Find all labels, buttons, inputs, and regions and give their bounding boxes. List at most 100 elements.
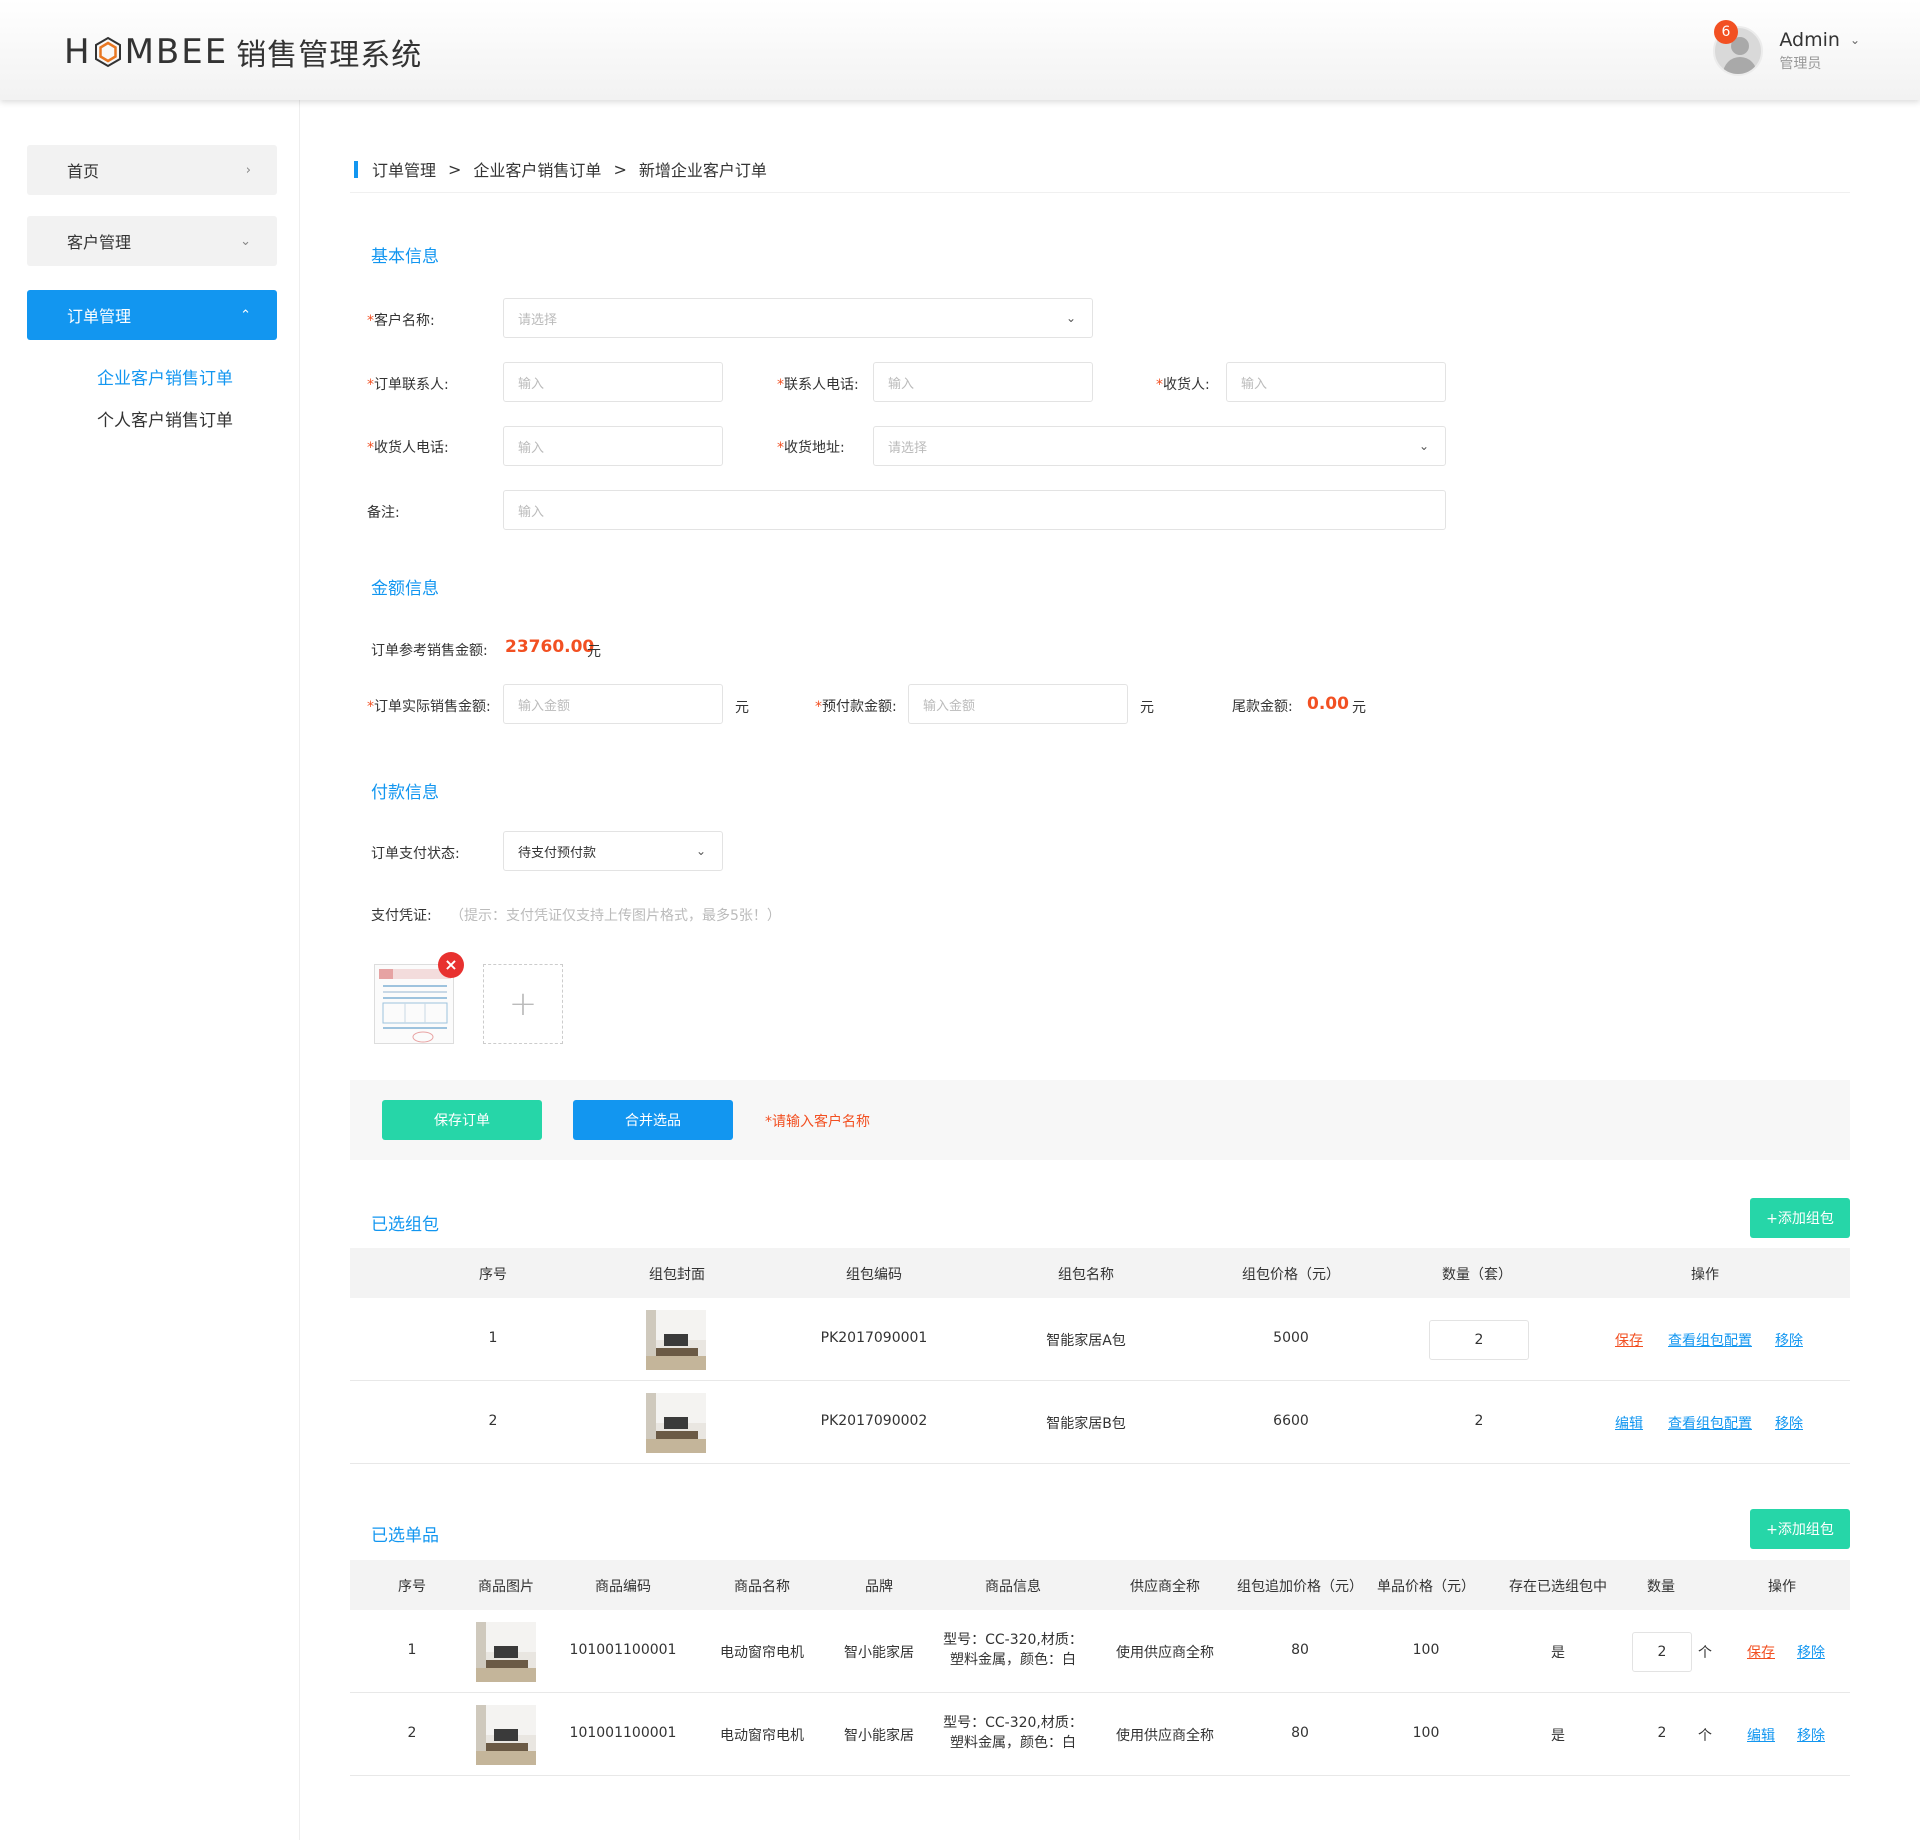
product-info-line: 型号：CC-320,材质： (943, 1715, 1083, 1731)
column-header: 商品名称 (734, 1579, 790, 1595)
product-brand: 智小能家居 (844, 1728, 914, 1744)
address-label: *收货地址: (777, 440, 845, 456)
remark-placeholder: 输入 (518, 504, 545, 520)
column-header: 序号 (398, 1579, 426, 1595)
prepay-placeholder: 输入金额 (923, 698, 976, 714)
voucher-hint: （提示：支付凭证仅支持上传图片格式，最多5张！） (450, 908, 781, 924)
sidebar-item-label: 客户管理 (67, 233, 132, 252)
breadcrumb: 订单管理 > 企业客户销售订单 > 新增企业客户订单 (354, 158, 767, 180)
breadcrumb-item[interactable]: 订单管理 (372, 157, 436, 181)
remove-link[interactable]: 移除 (1797, 1642, 1825, 1662)
view-bundle-config-link[interactable]: 查看组包配置 (1668, 1330, 1752, 1350)
prepay-input[interactable]: 输入金额 (908, 684, 1128, 724)
contact-phone-input[interactable]: 输入 (873, 362, 1093, 402)
addon-price: 80 (1291, 1725, 1309, 1741)
chevron-down-icon[interactable]: ⌄ (1850, 33, 1860, 47)
in-bundle: 是 (1551, 1728, 1565, 1744)
balance-value: 0.00 (1307, 694, 1349, 714)
product-info-line: 型号：CC-320,材质： (943, 1632, 1083, 1648)
in-bundle: 是 (1551, 1645, 1565, 1661)
ref-amount-label: 订单参考销售金额: (371, 643, 488, 659)
column-header: 商品图片 (478, 1579, 534, 1595)
contact-placeholder: 输入 (518, 376, 545, 392)
close-icon[interactable]: × (438, 952, 464, 978)
prepay-label: *预付款金额: (815, 699, 897, 715)
supplier-name: 使用供应商全称 (1116, 1728, 1214, 1744)
chevron-right-icon: › (245, 162, 251, 178)
view-bundle-config-link[interactable]: 查看组包配置 (1668, 1413, 1752, 1433)
prepay-unit: 元 (1140, 700, 1154, 716)
plus-icon[interactable]: + (483, 964, 563, 1044)
voucher-thumbnail[interactable] (374, 964, 454, 1044)
section-title-amount: 金额信息 (371, 579, 439, 599)
bundle-cover-image (646, 1310, 706, 1370)
address-placeholder: 请选择 (888, 440, 928, 456)
section-title-basic: 基本信息 (371, 247, 439, 267)
remove-link[interactable]: 移除 (1775, 1413, 1803, 1433)
column-header: 组包编码 (846, 1267, 902, 1283)
bundle-price: 6600 (1273, 1413, 1309, 1429)
pay-status-value: 待支付预付款 (518, 845, 597, 861)
breadcrumb-item[interactable]: 企业客户销售订单 (473, 157, 601, 181)
sidebar-item-orders[interactable]: 订单管理 ⌃ (27, 290, 277, 340)
save-link[interactable]: 保存 (1615, 1330, 1643, 1350)
bundle-name: 智能家居A包 (1046, 1333, 1126, 1349)
actual-amount-input[interactable]: 输入金额 (503, 684, 723, 724)
receiver-placeholder: 输入 (1241, 376, 1268, 392)
bundles-table-header: 序号 组包封面 组包编码 组包名称 组包价格（元） 数量（套） 操作 (350, 1248, 1850, 1298)
receiver-input[interactable]: 输入 (1226, 362, 1446, 402)
quantity-input[interactable]: 2 (1632, 1632, 1692, 1672)
contact-input[interactable]: 输入 (503, 362, 723, 402)
pay-status-label: 订单支付状态: (371, 846, 460, 862)
receiver-phone-label: *收货人电话: (367, 440, 449, 456)
section-title-singles: 已选单品 (371, 1526, 439, 1546)
quantity-unit: 个 (1698, 1645, 1712, 1661)
add-bundle-button-2[interactable]: +添加组包 (1750, 1509, 1850, 1549)
contact-label: *订单联系人: (367, 377, 449, 393)
receiver-phone-placeholder: 输入 (518, 440, 545, 456)
sidebar-item-label: 订单管理 (67, 307, 132, 326)
sidebar-subitem-enterprise-orders[interactable]: 企业客户销售订单 (97, 364, 233, 389)
sidebar-subitem-personal-orders[interactable]: 个人客户销售订单 (97, 406, 233, 431)
app-logo[interactable]: H MBEE 销售管理系统 (64, 30, 422, 74)
save-order-button[interactable]: 保存订单 (382, 1100, 542, 1140)
remove-link[interactable]: 移除 (1775, 1330, 1803, 1350)
bundle-cover-image (646, 1393, 706, 1453)
row-index: 1 (488, 1330, 498, 1346)
chevron-down-icon: ⌄ (1065, 311, 1076, 325)
edit-link[interactable]: 编辑 (1747, 1725, 1775, 1745)
user-info[interactable]: Admin ⌄ 管理员 (1779, 29, 1860, 73)
quantity-input[interactable]: 2 (1429, 1320, 1529, 1360)
pay-status-select[interactable]: 待支付预付款 ⌄ (503, 831, 723, 871)
column-header: 组包追加价格（元） (1237, 1579, 1363, 1595)
sidebar-item-home[interactable]: 首页 › (27, 145, 277, 195)
customer-select[interactable]: 请选择 ⌄ (503, 298, 1093, 338)
user-menu[interactable]: 6 Admin ⌄ 管理员 (1713, 20, 1860, 76)
notification-badge[interactable]: 6 (1714, 20, 1738, 44)
unit-price: 100 (1412, 1642, 1440, 1658)
edit-link[interactable]: 编辑 (1615, 1413, 1643, 1433)
receiver-label: *收货人: (1156, 377, 1210, 393)
save-link[interactable]: 保存 (1747, 1642, 1775, 1662)
user-name-row[interactable]: Admin ⌄ (1779, 29, 1860, 51)
address-select[interactable]: 请选择 ⌄ (873, 426, 1446, 466)
addon-price: 80 (1291, 1642, 1309, 1658)
row-index: 2 (488, 1413, 498, 1429)
sidebar-item-customers[interactable]: 客户管理 ⌄ (27, 216, 277, 266)
table-row: 1 PK2017090001 智能家居A包 5000 2 保存 查看组包配置 移… (350, 1298, 1850, 1381)
section-title-bundles: 已选组包 (371, 1215, 439, 1235)
product-info-line: 塑料金属，颜色：白 (950, 1735, 1076, 1751)
bundle-price: 5000 (1273, 1330, 1309, 1346)
remove-link[interactable]: 移除 (1797, 1725, 1825, 1745)
merge-items-button[interactable]: 合并选品 (573, 1100, 733, 1140)
add-bundle-button[interactable]: +添加组包 (1750, 1198, 1850, 1238)
bundle-name: 智能家居B包 (1046, 1416, 1126, 1432)
breadcrumb-separator: > (448, 159, 462, 179)
remark-input[interactable]: 输入 (503, 490, 1446, 530)
remark-label: 备注: (367, 505, 400, 521)
column-header: 操作 (1768, 1579, 1796, 1595)
column-header: 商品编码 (595, 1579, 651, 1595)
product-info: 型号：CC-320,材质： 塑料金属，颜色：白 (943, 1713, 1083, 1753)
receiver-phone-input[interactable]: 输入 (503, 426, 723, 466)
voucher-label: 支付凭证: (371, 908, 432, 924)
